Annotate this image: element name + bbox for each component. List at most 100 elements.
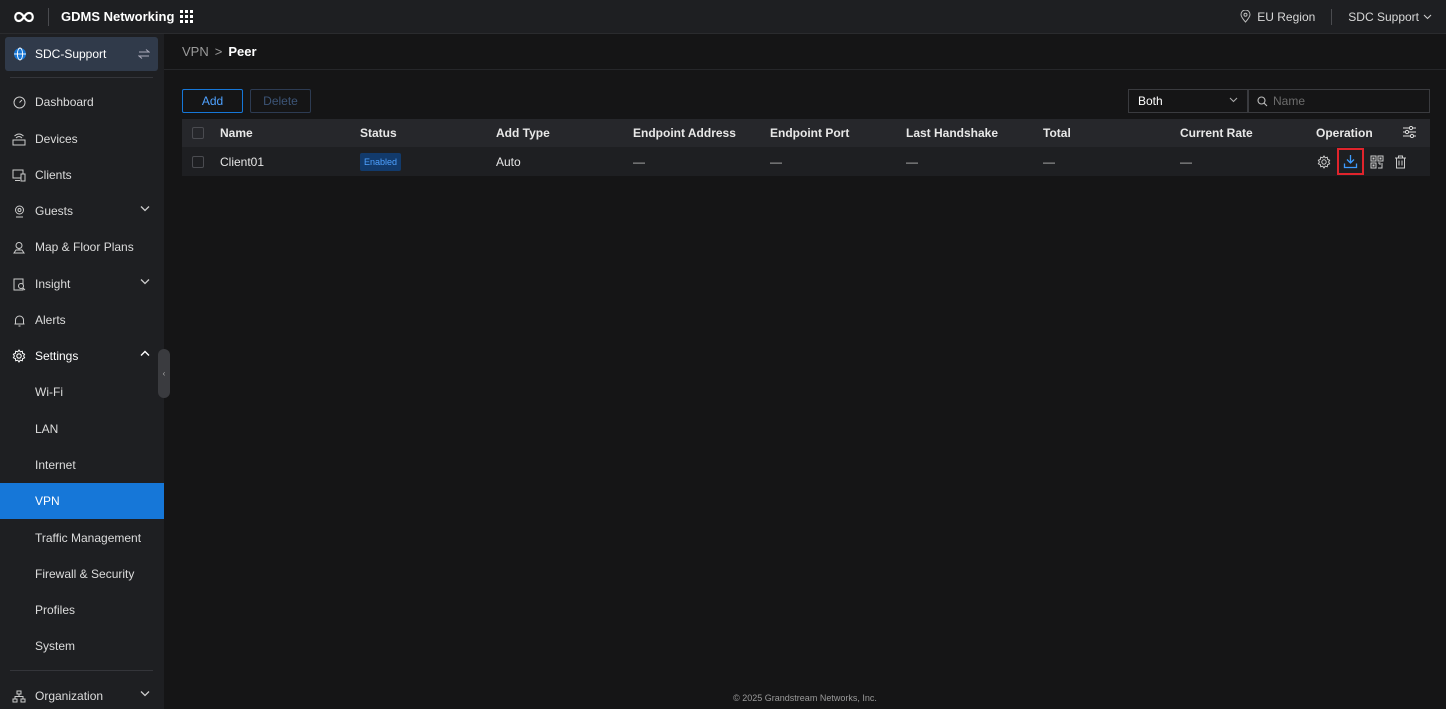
filter-value: Both: [1138, 94, 1163, 108]
column-header-add-type[interactable]: Add Type: [496, 119, 550, 147]
topbar-divider: [1331, 8, 1333, 25]
endpoint-address: —: [633, 154, 645, 169]
sidebar-item-label: Dashboard: [35, 95, 94, 109]
status-badge: Enabled: [360, 152, 402, 171]
sidebar-item-guests[interactable]: Guests: [0, 193, 164, 229]
sidebar-item-label: Guests: [35, 204, 74, 218]
bell-icon: [11, 312, 27, 328]
gdms-logo-icon[interactable]: [0, 0, 48, 34]
add-type: Auto: [496, 154, 521, 169]
app-title: GDMS Networking: [61, 9, 175, 24]
sidebar-subitem-firewall-security[interactable]: Firewall & Security: [0, 556, 164, 592]
page-title: Peer: [228, 44, 257, 59]
sidebar-subitem-lan[interactable]: LAN: [0, 411, 164, 447]
insight-icon: [11, 276, 27, 292]
sidebar-item-label: Organization: [35, 689, 104, 703]
sidebar-item-label: Map & Floor Plans: [35, 240, 134, 254]
user-menu[interactable]: SDC Support: [1348, 10, 1432, 24]
chevron-up-icon: [140, 350, 150, 357]
column-header-status[interactable]: Status: [360, 119, 397, 147]
location-pin-icon: [1239, 10, 1252, 23]
globe-icon: [13, 47, 27, 61]
user-name: SDC Support: [1348, 9, 1419, 24]
gear-icon[interactable]: [1314, 152, 1334, 172]
organization-icon: [11, 688, 27, 704]
sidebar-subitem-profiles[interactable]: Profiles: [0, 592, 164, 628]
sidebar-item-settings[interactable]: Settings: [0, 338, 164, 374]
region-label: EU Region: [1257, 9, 1316, 24]
trash-icon[interactable]: [1390, 152, 1410, 172]
type-filter-select[interactable]: Both: [1128, 89, 1248, 113]
select-all-checkbox[interactable]: [192, 127, 204, 139]
sidebar-item-label: Alerts: [35, 313, 66, 327]
sidebar-item-label: Clients: [35, 168, 72, 182]
search-box: [1248, 89, 1430, 113]
chevron-down-icon: [140, 205, 150, 212]
sidebar-subitem-vpn[interactable]: VPN: [0, 483, 164, 519]
sidebar-item-label: Settings: [35, 349, 79, 363]
column-header-total[interactable]: Total: [1043, 119, 1071, 147]
logo-divider: [48, 7, 49, 26]
sidebar-subitem-wifi[interactable]: Wi-Fi: [0, 374, 164, 410]
peer-name: Client01: [220, 154, 265, 169]
dashboard-icon: [11, 94, 27, 110]
column-header-endpoint-port[interactable]: Endpoint Port: [770, 119, 849, 147]
row-checkbox[interactable]: [192, 155, 204, 168]
download-icon[interactable]: [1337, 148, 1364, 175]
sidebar-item-clients[interactable]: Clients: [0, 157, 164, 193]
swap-icon[interactable]: [138, 49, 150, 59]
clients-icon: [11, 167, 27, 183]
delete-button[interactable]: Delete: [250, 89, 311, 113]
column-header-operation: Operation: [1316, 126, 1373, 140]
endpoint-port: —: [770, 154, 782, 169]
chevron-down-icon: [140, 278, 150, 285]
table-row: Client01 Enabled Auto — — — — —: [182, 147, 1430, 176]
sidebar-subitem-system[interactable]: System: [0, 628, 164, 664]
chevron-down-icon: [140, 690, 150, 697]
sidebar-item-map-floor-plans[interactable]: Map & Floor Plans: [0, 229, 164, 265]
chevron-down-icon: [1229, 97, 1238, 103]
sidebar-item-insight[interactable]: Insight: [0, 266, 164, 302]
column-header-last-handshake[interactable]: Last Handshake: [906, 119, 998, 147]
sidebar-item-alerts[interactable]: Alerts: [0, 302, 164, 338]
add-button[interactable]: Add: [182, 89, 243, 113]
column-header-current-rate[interactable]: Current Rate: [1180, 119, 1253, 147]
map-icon: [11, 239, 27, 255]
sidebar: SDC-Support Dashboard Devices Clients Gu…: [0, 34, 164, 709]
peer-table: Name Status Add Type Endpoint Address En…: [182, 119, 1430, 176]
sidebar-divider: [10, 670, 153, 671]
app-grid-icon[interactable]: [180, 10, 194, 23]
top-bar: GDMS Networking EU Region SDC Support: [0, 0, 1446, 34]
column-header-endpoint-address[interactable]: Endpoint Address: [633, 119, 736, 147]
sidebar-subitem-internet[interactable]: Internet: [0, 447, 164, 483]
footer-copyright: © 2025 Grandstream Networks, Inc.: [733, 693, 877, 703]
sidebar-item-devices[interactable]: Devices: [0, 121, 164, 157]
sidebar-item-organization[interactable]: Organization: [0, 678, 164, 709]
sidebar-collapse-handle[interactable]: ‹: [158, 349, 170, 398]
sidebar-item-dashboard[interactable]: Dashboard: [0, 84, 164, 120]
sidebar-item-label: Insight: [35, 277, 71, 291]
region-selector[interactable]: EU Region: [1239, 10, 1315, 24]
site-selector[interactable]: SDC-Support: [5, 37, 158, 71]
qr-code-icon[interactable]: [1367, 152, 1387, 172]
search-input[interactable]: [1273, 94, 1423, 108]
row-operations: [1314, 147, 1413, 176]
guests-icon: [11, 203, 27, 219]
chevron-down-icon: [1423, 14, 1432, 20]
sidebar-divider: [10, 77, 153, 78]
breadcrumb-vpn-link[interactable]: VPN: [182, 44, 209, 59]
devices-icon: [11, 131, 27, 147]
breadcrumb-separator: >: [214, 44, 223, 59]
column-settings-icon[interactable]: [1403, 126, 1416, 138]
search-icon: [1257, 95, 1268, 107]
site-name: SDC-Support: [35, 47, 107, 61]
sidebar-item-label: Devices: [35, 132, 78, 146]
total: —: [1043, 154, 1055, 169]
breadcrumb: VPN > Peer: [164, 34, 1446, 70]
last-handshake: —: [906, 154, 918, 169]
table-header: Name Status Add Type Endpoint Address En…: [182, 119, 1430, 147]
gear-icon: [11, 348, 27, 364]
current-rate: —: [1180, 154, 1192, 169]
column-header-name[interactable]: Name: [220, 119, 253, 147]
sidebar-subitem-traffic-management[interactable]: Traffic Management: [0, 520, 164, 556]
